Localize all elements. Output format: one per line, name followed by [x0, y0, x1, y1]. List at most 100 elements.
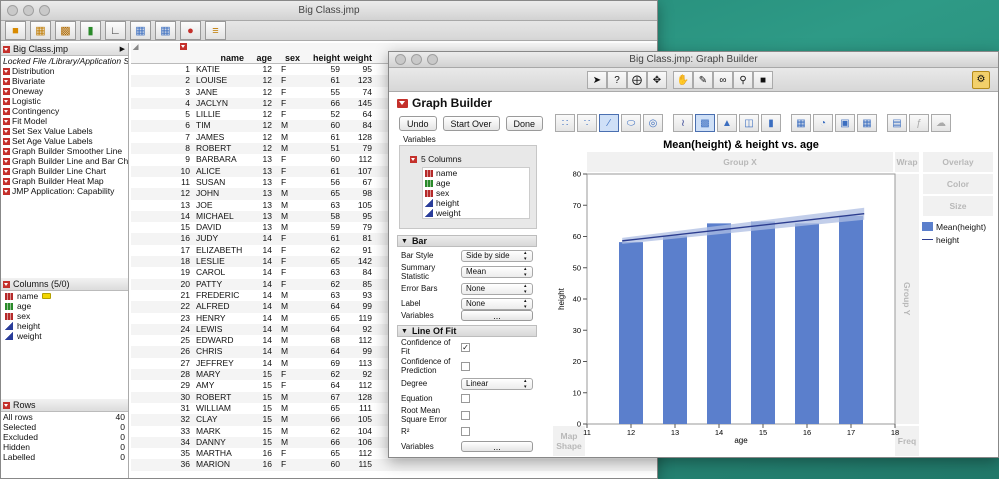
treemap-element-icon[interactable]: ▣ [835, 114, 855, 132]
script-item[interactable]: Graph Builder Line Chart [1, 166, 128, 176]
cell-sex[interactable]: M [275, 403, 309, 414]
group-x-zone[interactable]: Group X [587, 152, 893, 172]
row-header-corner[interactable]: ◢ [131, 42, 193, 63]
fit-collapse-icon[interactable]: ▼ [401, 328, 408, 335]
cell-height[interactable]: 52 [309, 109, 343, 120]
cell-weight[interactable]: 105 [343, 200, 375, 211]
cell-age[interactable]: 12 [248, 132, 275, 143]
pie-element-icon[interactable]: ◔ [813, 114, 833, 132]
cell-name[interactable]: ROBERT [193, 392, 248, 403]
cell-sex[interactable]: M [275, 392, 309, 403]
open-icon[interactable]: ■ [5, 21, 26, 40]
graph-builder-titlebar[interactable]: Big Class.jmp: Graph Builder [389, 52, 998, 68]
row-number[interactable]: 13 [131, 200, 193, 211]
cell-age[interactable]: 13 [248, 154, 275, 165]
row-number[interactable]: 11 [131, 177, 193, 188]
cell-height[interactable]: 64 [309, 301, 343, 312]
cell-name[interactable]: DAVID [193, 222, 248, 233]
cell-name[interactable]: MARTHA [193, 448, 248, 459]
cell-age[interactable]: 16 [248, 448, 275, 459]
cell-age[interactable]: 12 [248, 120, 275, 131]
cell-height[interactable]: 67 [309, 392, 343, 403]
bar-mark[interactable] [795, 223, 819, 424]
caption-box-element-icon[interactable]: ▤ [887, 114, 907, 132]
cell-sex[interactable]: M [275, 222, 309, 233]
cell-age[interactable]: 15 [248, 380, 275, 391]
row-number[interactable]: 22 [131, 301, 193, 312]
row-number[interactable]: 24 [131, 324, 193, 335]
cell-height[interactable]: 63 [309, 290, 343, 301]
cell-sex[interactable]: F [275, 64, 309, 75]
bar-variables-button[interactable]: ... [461, 310, 533, 321]
cell-sex[interactable]: F [275, 380, 309, 391]
fit-y-by-x-icon[interactable]: ∟ [105, 21, 126, 40]
cell-height[interactable]: 55 [309, 87, 343, 98]
cell-name[interactable]: BARBARA [193, 154, 248, 165]
cell-height[interactable]: 51 [309, 143, 343, 154]
grabber-tool-icon[interactable]: ✋ [673, 71, 693, 89]
gb-zoom-button[interactable] [427, 54, 438, 65]
cell-height[interactable]: 61 [309, 233, 343, 244]
help-tool-icon[interactable]: ? [607, 71, 627, 89]
script-item[interactable]: Distribution [1, 66, 128, 76]
cell-height[interactable]: 59 [309, 222, 343, 233]
cell-height[interactable]: 59 [309, 64, 343, 75]
cell-age[interactable]: 13 [248, 222, 275, 233]
cell-weight[interactable]: 115 [343, 459, 375, 470]
cell-name[interactable]: LILLIE [193, 109, 248, 120]
distribution-icon[interactable]: ▮ [80, 21, 101, 40]
cell-weight[interactable]: 99 [343, 301, 375, 312]
script-menu-icon[interactable] [3, 167, 10, 175]
script-menu-icon[interactable] [3, 77, 10, 85]
row-number[interactable]: 12 [131, 188, 193, 199]
cell-height[interactable]: 66 [309, 98, 343, 109]
group-y-zone[interactable]: Group Y [895, 174, 919, 424]
cell-sex[interactable]: F [275, 166, 309, 177]
cell-weight[interactable]: 105 [343, 414, 375, 425]
cell-sex[interactable]: F [275, 87, 309, 98]
cell-height[interactable]: 65 [309, 256, 343, 267]
column-item[interactable]: age [1, 301, 128, 311]
cell-name[interactable]: CAROL [193, 267, 248, 278]
cell-sex[interactable]: F [275, 109, 309, 120]
start-over-button[interactable]: Start Over [442, 116, 500, 131]
script-item[interactable]: Fit Model [1, 116, 128, 126]
cell-age[interactable]: 12 [248, 98, 275, 109]
cell-weight[interactable]: 64 [343, 109, 375, 120]
row-number[interactable]: 21 [131, 290, 193, 301]
done-button[interactable]: Done [505, 116, 544, 131]
cell-sex[interactable]: M [275, 313, 309, 324]
script-item[interactable]: Set Sex Value Labels [1, 126, 128, 136]
script-menu-icon[interactable] [3, 187, 10, 195]
formula-element-icon[interactable]: ƒ [909, 114, 929, 132]
cell-sex[interactable]: F [275, 459, 309, 470]
row-number[interactable]: 19 [131, 267, 193, 278]
cell-name[interactable]: JOHN [193, 188, 248, 199]
cell-weight[interactable]: 106 [343, 437, 375, 448]
points-element-icon[interactable]: ∷ [555, 114, 575, 132]
row-number[interactable]: 18 [131, 256, 193, 267]
cell-weight[interactable]: 107 [343, 166, 375, 177]
cell-age[interactable]: 13 [248, 211, 275, 222]
bar-mark[interactable] [707, 223, 731, 424]
cell-sex[interactable]: M [275, 324, 309, 335]
cell-sex[interactable]: M [275, 346, 309, 357]
lasso-tool-icon[interactable]: ∞ [713, 71, 733, 89]
cell-weight[interactable]: 74 [343, 87, 375, 98]
gb-menu-icon[interactable] [397, 98, 408, 108]
cell-sex[interactable]: F [275, 245, 309, 256]
cell-weight[interactable]: 81 [343, 233, 375, 244]
arrow-tool-icon[interactable]: ➤ [587, 71, 607, 89]
cell-height[interactable]: 64 [309, 324, 343, 335]
fit-section-header[interactable]: ▼ Line Of Fit [397, 325, 537, 337]
cell-weight[interactable]: 119 [343, 313, 375, 324]
bar-mark[interactable] [663, 235, 687, 424]
row-number[interactable]: 25 [131, 335, 193, 346]
cell-age[interactable]: 14 [248, 290, 275, 301]
bar-mark[interactable] [619, 242, 643, 424]
row-number[interactable]: 3 [131, 87, 193, 98]
columns-menu-icon[interactable] [3, 280, 10, 288]
cell-age[interactable]: 14 [248, 233, 275, 244]
cell-name[interactable]: CLAY [193, 414, 248, 425]
map-shape-zone[interactable]: Map Shape [553, 426, 585, 456]
